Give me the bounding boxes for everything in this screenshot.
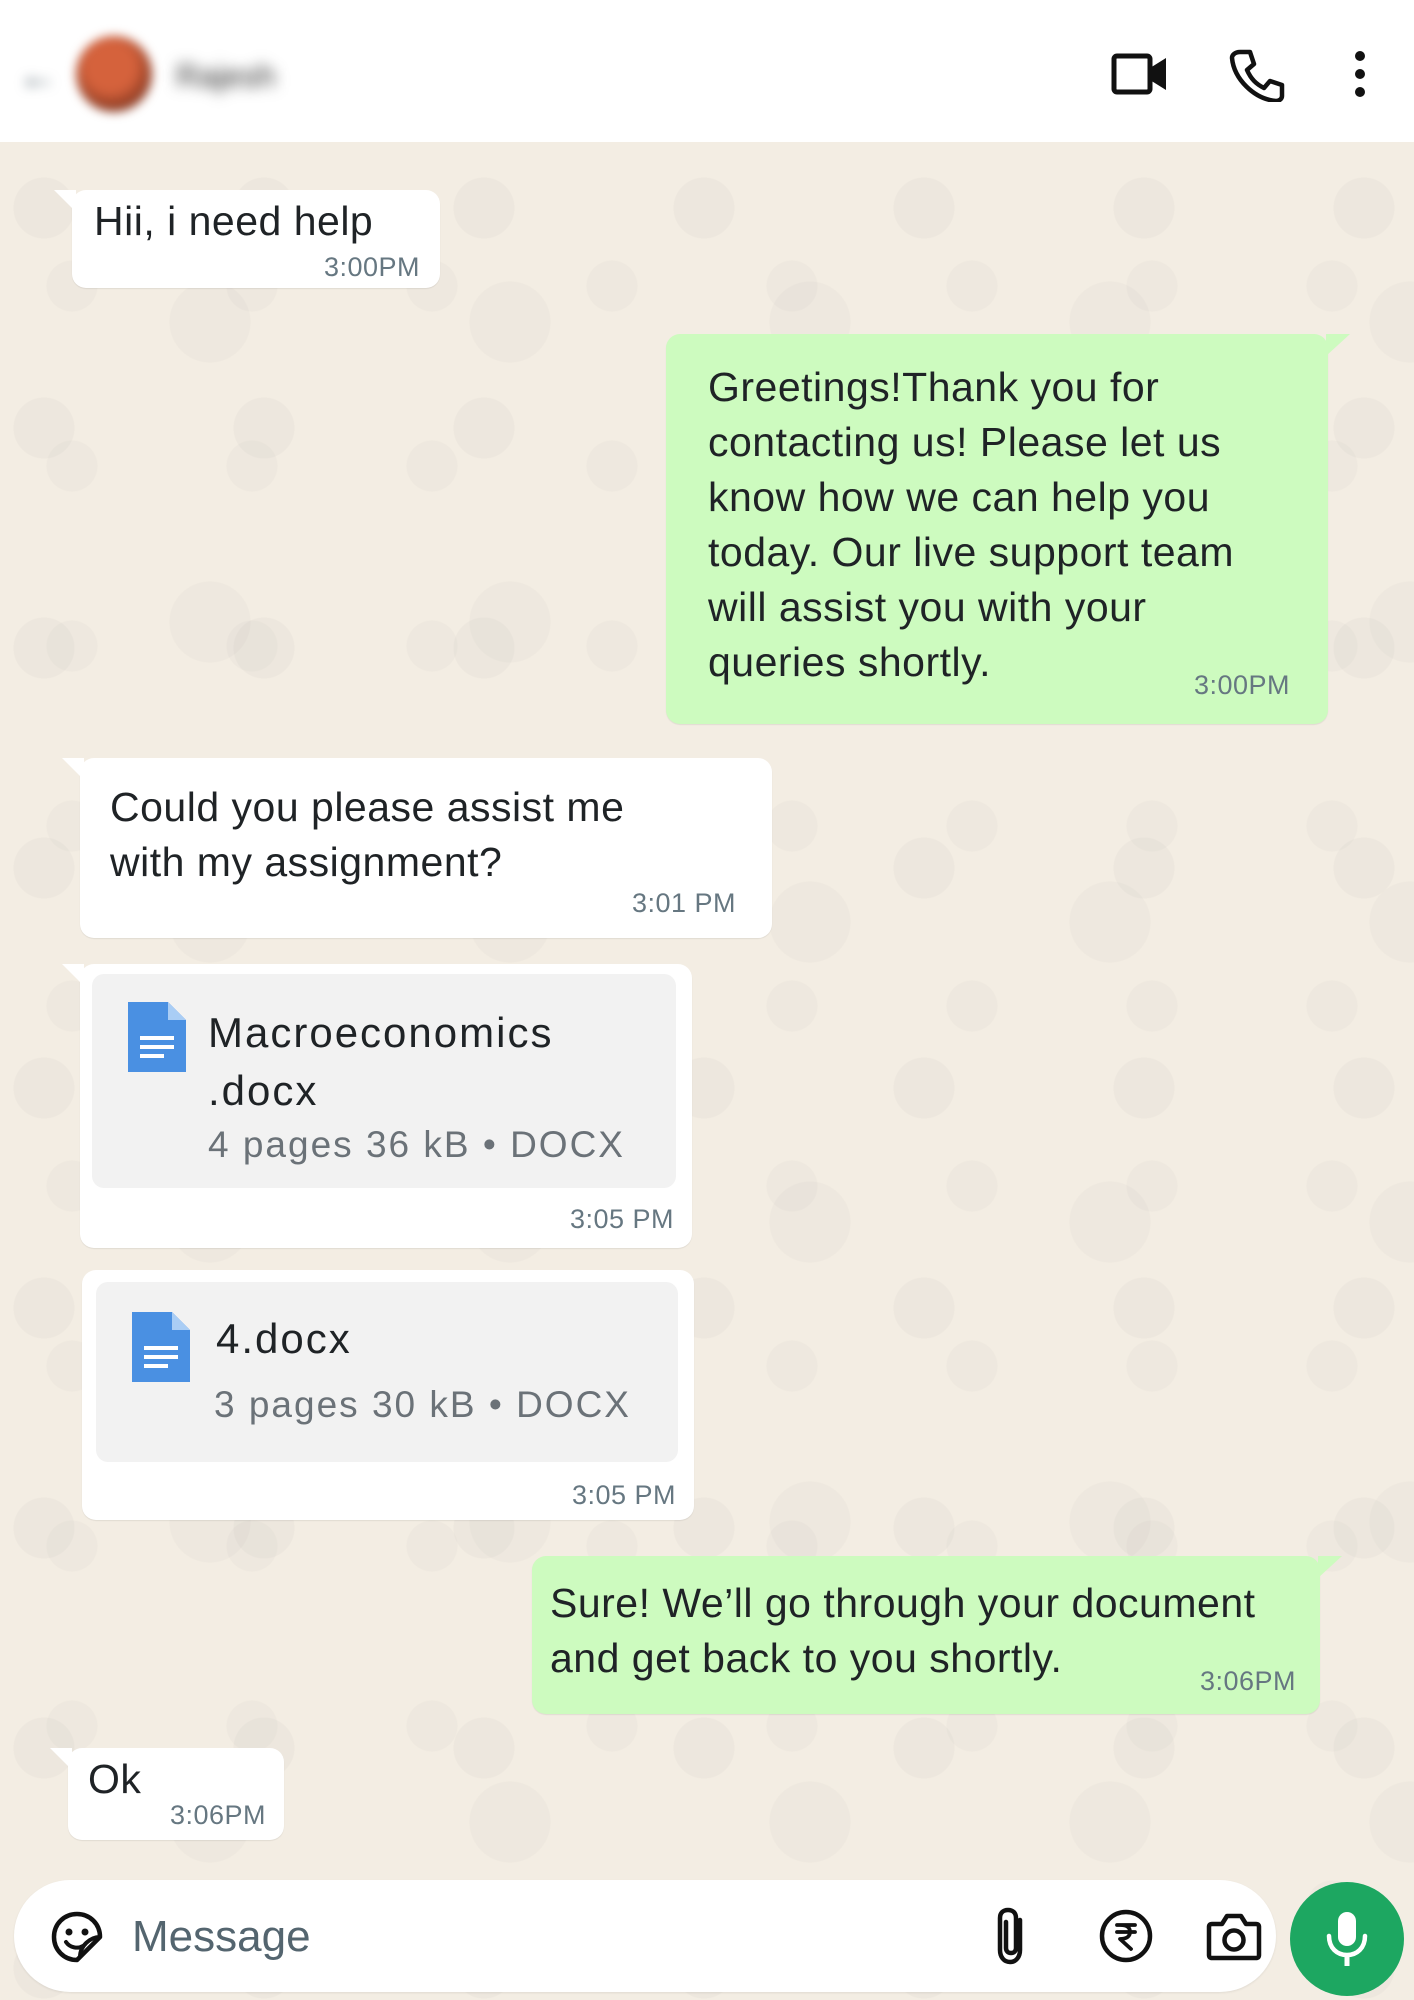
message-time: 3:05 PM (571, 1480, 676, 1510)
voice-call-icon[interactable] (1226, 46, 1286, 104)
contact-avatar[interactable] (76, 36, 152, 112)
message-bubble-incoming[interactable]: Hii, i need help 3:00PM (54, 190, 440, 288)
attach-icon[interactable] (988, 1904, 1036, 1968)
message-time: 3:06PM (1199, 1666, 1296, 1696)
video-call-icon[interactable] (1110, 46, 1170, 102)
document-icon (132, 1312, 190, 1382)
message-text: Sure! We’ll go through your document and… (550, 1580, 1256, 1681)
message-bubble-outgoing[interactable]: Greetings!Thank you for contacting us! P… (666, 334, 1350, 724)
message-composer (14, 1880, 1276, 1992)
document-name: 4.docx (216, 1315, 352, 1362)
contact-name[interactable]: Rajesh (176, 58, 336, 94)
message-time: 3:00PM (323, 252, 420, 282)
mic-icon (1326, 1912, 1368, 1966)
document-icon (128, 1002, 186, 1072)
document-name: Macroeconomics .docx (208, 1009, 554, 1114)
document-card[interactable]: Macroeconomics .docx 4 pages 36 kB • DOC… (92, 974, 676, 1188)
message-text: Ok (88, 1756, 142, 1802)
mic-button[interactable] (1290, 1882, 1404, 1996)
message-text: Greetings!Thank you for contacting us! P… (708, 364, 1234, 685)
message-input[interactable] (130, 1908, 934, 1966)
emoji-icon[interactable] (50, 1910, 104, 1964)
document-meta: 3 pages 30 kB • DOCX (214, 1384, 631, 1425)
message-bubble-incoming[interactable]: Ok 3:06PM (50, 1748, 284, 1840)
document-card[interactable]: 4.docx 3 pages 30 kB • DOCX (96, 1282, 678, 1462)
message-bubble-outgoing[interactable]: Sure! We’ll go through your document and… (532, 1556, 1342, 1714)
chat-header: ← Rajesh (0, 0, 1414, 142)
message-time: 3:06PM (169, 1800, 266, 1830)
message-time: 3:00PM (1193, 670, 1290, 700)
back-arrow-icon[interactable]: ← (18, 56, 58, 96)
message-time: 3:05 PM (569, 1204, 674, 1234)
message-text: Could you please assist me with my assig… (110, 784, 625, 885)
rupee-payment-icon[interactable] (1098, 1908, 1154, 1964)
more-options-icon[interactable] (1330, 46, 1390, 102)
document-meta: 4 pages 36 kB • DOCX (208, 1124, 625, 1165)
document-message-bubble[interactable]: Macroeconomics .docx 4 pages 36 kB • DOC… (62, 964, 692, 1248)
camera-icon[interactable] (1206, 1910, 1262, 1962)
message-bubble-incoming[interactable]: Could you please assist me with my assig… (62, 758, 772, 938)
message-time: 3:01 PM (631, 888, 736, 918)
document-message-bubble[interactable]: 4.docx 3 pages 30 kB • DOCX 3:05 PM (82, 1270, 694, 1520)
message-text: Hii, i need help (94, 198, 374, 244)
